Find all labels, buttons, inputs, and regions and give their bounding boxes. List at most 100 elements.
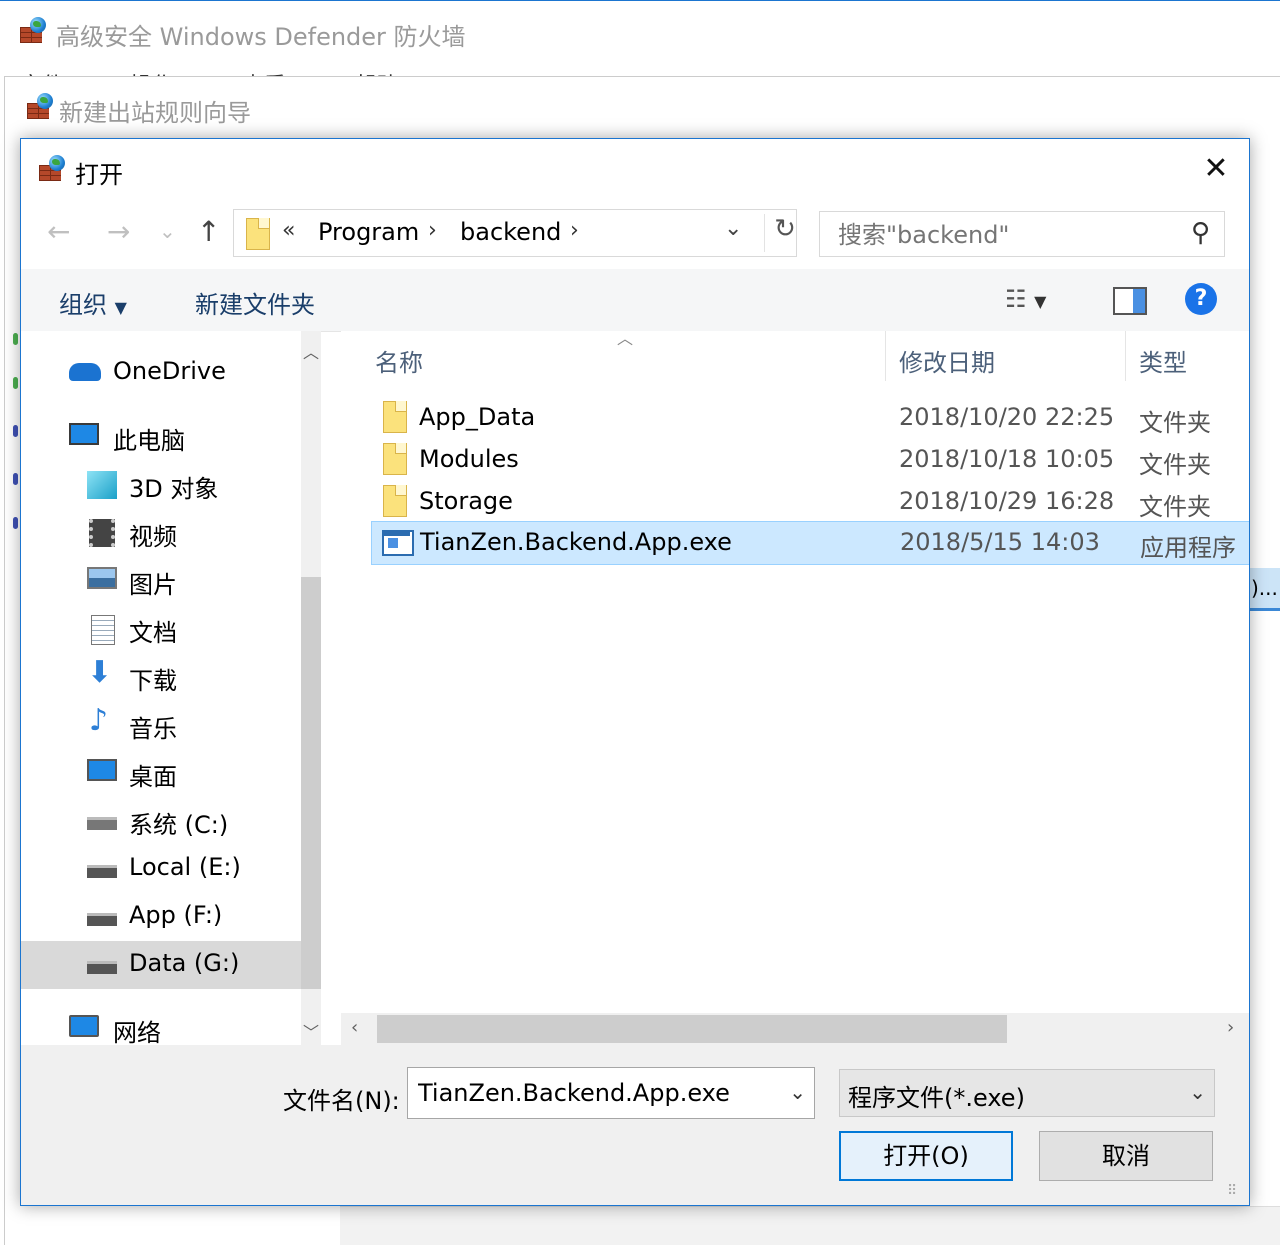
nav-label: Local (E:) <box>129 853 241 881</box>
address-dropdown-button[interactable]: ⌄ <box>724 216 742 241</box>
file-type: 应用程序 <box>1140 534 1236 562</box>
file-date: 2018/10/18 10:05 <box>899 445 1115 473</box>
breadcrumb-backend[interactable]: backend <box>460 218 561 246</box>
column-header-date[interactable]: 修改日期 <box>899 343 995 378</box>
file-name: App_Data <box>419 403 536 431</box>
nav-label: 音乐 <box>129 715 177 743</box>
nav-label: 网络 <box>113 1019 161 1045</box>
horizontal-scrollbar[interactable]: ‹ › <box>341 1013 1249 1045</box>
nav-scrollbar-thumb[interactable] <box>301 577 321 989</box>
new-folder-button[interactable]: 新建文件夹 <box>195 285 315 320</box>
cancel-button[interactable]: 取消 <box>1039 1131 1213 1181</box>
chevron-right-icon[interactable]: › <box>570 218 579 243</box>
filename-input[interactable] <box>416 1078 780 1108</box>
organize-button[interactable]: 组织 ▼ <box>59 285 127 320</box>
caret-down-icon: ▼ <box>114 298 127 317</box>
wizard-bottom-strip <box>340 1206 1280 1245</box>
nav-item-drive-g[interactable]: Data (G:) <box>21 941 301 989</box>
filename-label: 文件名(N): <box>283 1087 400 1115</box>
details-view-icon: ☷ <box>1005 285 1027 313</box>
wizard-title: 新建出站规则向导 <box>59 99 251 127</box>
nav-label: 3D 对象 <box>129 475 219 503</box>
firewall-icon <box>37 153 67 183</box>
help-icon[interactable]: ? <box>1185 283 1217 315</box>
system-drive-icon <box>87 817 117 830</box>
horizontal-scrollbar-thumb[interactable] <box>377 1015 1007 1043</box>
filetype-dropdown[interactable]: 程序文件(*.exe) ⌄ <box>839 1069 1215 1117</box>
column-divider[interactable] <box>1125 331 1126 381</box>
main-window-titlebar: 高级安全 Windows Defender 防火墙 <box>0 0 1280 65</box>
file-row[interactable]: Storage 2018/10/29 16:28 文件夹 <box>371 481 1249 523</box>
wizard-side-mark <box>13 473 18 485</box>
close-button[interactable]: ✕ <box>1193 149 1239 189</box>
chevron-down-icon[interactable]: ﹀ <box>303 1019 319 1043</box>
dialog-title: 打开 <box>75 161 123 189</box>
folder-icon <box>381 401 407 433</box>
refresh-button[interactable]: ↻ <box>764 214 805 252</box>
forward-button[interactable]: → <box>107 215 130 248</box>
wizard-side-mark <box>13 517 18 529</box>
nav-item-documents[interactable]: 文档 <box>21 605 301 653</box>
nav-label: 文档 <box>129 619 177 647</box>
chevron-right-icon[interactable]: › <box>1227 1017 1234 1038</box>
nav-item-3d-objects[interactable]: 3D 对象 <box>21 461 301 509</box>
file-name: TianZen.Backend.App.exe <box>420 528 732 556</box>
chevron-down-icon[interactable]: ⌄ <box>789 1080 806 1104</box>
file-type: 文件夹 <box>1139 409 1211 437</box>
nav-item-onedrive[interactable]: OneDrive <box>21 349 301 397</box>
nav-scrollbar[interactable]: ︿ ﹀ <box>301 331 321 1045</box>
filetype-value: 程序文件(*.exe) <box>848 1084 1025 1112</box>
nav-item-pictures[interactable]: 图片 <box>21 557 301 605</box>
drive-icon <box>87 961 117 974</box>
search-input[interactable] <box>836 220 1170 250</box>
nav-label: 系统 (C:) <box>129 811 229 839</box>
filename-combobox[interactable]: ⌄ <box>407 1067 815 1119</box>
back-button[interactable]: ← <box>47 215 70 248</box>
nav-item-network[interactable]: 网络 <box>21 1005 301 1045</box>
wizard-selected-item[interactable]: )... <box>1249 568 1280 611</box>
nav-item-downloads[interactable]: ⬇ 下载 <box>21 653 301 701</box>
address-bar[interactable]: « Program › backend › ⌄ ↻ <box>233 209 797 257</box>
resize-grip-icon[interactable]: ⠿ <box>1227 1183 1237 1199</box>
recent-locations-button[interactable]: ⌄ <box>159 219 176 243</box>
open-button[interactable]: 打开(O) <box>839 1131 1013 1181</box>
file-row-selected[interactable]: TianZen.Backend.App.exe 2018/5/15 14:03 … <box>371 521 1249 565</box>
preview-pane-button[interactable] <box>1113 287 1147 315</box>
pictures-icon <box>87 567 117 589</box>
breadcrumb-overflow[interactable]: « <box>282 218 295 243</box>
3d-objects-icon <box>87 471 117 499</box>
refresh-icon: ↻ <box>774 214 796 244</box>
chevron-right-icon[interactable]: › <box>428 218 437 243</box>
chevron-left-icon[interactable]: ‹ <box>351 1017 358 1038</box>
nav-item-this-pc[interactable]: 此电脑 <box>21 413 301 461</box>
view-options-button[interactable]: ☷ ▼ <box>1005 285 1046 313</box>
nav-label: Data (G:) <box>129 949 240 977</box>
nav-item-videos[interactable]: 视频 <box>21 509 301 557</box>
nav-item-drive-e[interactable]: Local (E:) <box>21 845 301 893</box>
nav-item-music[interactable]: ♪ 音乐 <box>21 701 301 749</box>
up-button[interactable]: ↑ <box>197 215 220 248</box>
folder-icon <box>244 218 270 250</box>
column-divider[interactable] <box>885 331 886 381</box>
file-list: ︿ 名称 修改日期 类型 App_Data 2018/10/20 22:25 文… <box>341 331 1249 1045</box>
chevron-up-icon[interactable]: ︿ <box>303 339 319 363</box>
column-header-name[interactable]: 名称 <box>375 343 423 378</box>
file-row[interactable]: Modules 2018/10/18 10:05 文件夹 <box>371 439 1249 481</box>
nav-label: 图片 <box>129 571 177 599</box>
arrow-left-icon: ← <box>47 215 71 248</box>
file-type: 文件夹 <box>1139 451 1211 479</box>
firewall-icon <box>25 91 55 121</box>
nav-item-drive-c[interactable]: 系统 (C:) <box>21 797 301 845</box>
nav-item-drive-f[interactable]: App (F:) <box>21 893 301 941</box>
column-header-type[interactable]: 类型 <box>1139 343 1187 378</box>
wizard-side-mark <box>13 377 18 389</box>
file-row[interactable]: App_Data 2018/10/20 22:25 文件夹 <box>371 397 1249 439</box>
breadcrumb-program[interactable]: Program <box>318 218 419 246</box>
search-box[interactable]: ⚲ <box>819 211 1225 257</box>
nav-label: App (F:) <box>129 901 223 929</box>
onedrive-icon <box>69 363 101 381</box>
file-date: 2018/5/15 14:03 <box>900 528 1100 556</box>
folder-icon <box>381 443 407 475</box>
nav-item-desktop[interactable]: 桌面 <box>21 749 301 797</box>
arrow-up-icon: ↑ <box>197 215 221 248</box>
